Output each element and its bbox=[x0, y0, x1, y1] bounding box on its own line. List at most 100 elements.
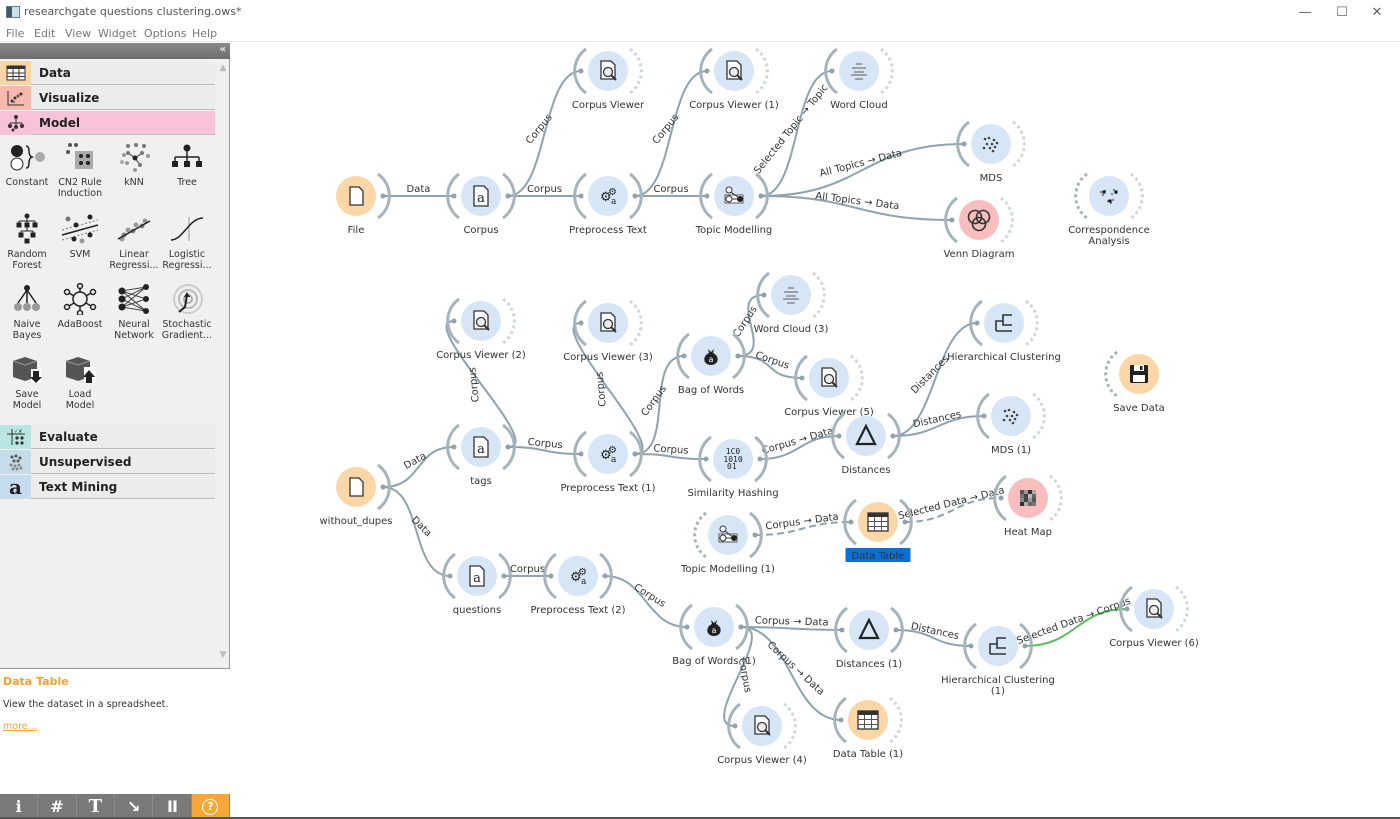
category-visualize[interactable]: Visualize bbox=[0, 86, 215, 110]
link[interactable]: Corpus bbox=[632, 68, 710, 199]
node-body[interactable] bbox=[1089, 176, 1129, 216]
link[interactable]: All Topics → Data bbox=[758, 141, 967, 199]
menu-view[interactable]: View bbox=[65, 27, 91, 40]
node-cv-1[interactable]: Corpus Viewer (1) bbox=[689, 47, 779, 111]
node-dt-0[interactable]: Data Table bbox=[843, 498, 913, 562]
node-dist-1[interactable]: Distances (1) bbox=[834, 606, 904, 670]
node-file[interactable]: File bbox=[336, 172, 391, 236]
link[interactable]: Corpus bbox=[505, 184, 584, 199]
output-channel[interactable] bbox=[502, 297, 516, 345]
link-path[interactable] bbox=[507, 70, 582, 197]
input-channel[interactable] bbox=[1074, 172, 1088, 220]
node-questions[interactable]: a questions bbox=[442, 552, 512, 616]
tool-save-model[interactable]: Save Model bbox=[0, 351, 54, 419]
category-text-mining[interactable]: a Text Mining bbox=[0, 475, 215, 499]
link[interactable]: Corpus bbox=[602, 573, 690, 630]
tool-load-model[interactable]: Load Model bbox=[53, 351, 107, 419]
node-corpus[interactable]: a Corpus bbox=[446, 172, 516, 236]
output-channel[interactable] bbox=[629, 299, 643, 347]
pause-button[interactable]: II bbox=[153, 794, 192, 819]
link-path[interactable] bbox=[634, 355, 685, 455]
node-hc-0[interactable]: Hierarchical Clustering bbox=[947, 299, 1061, 363]
node-tm-1[interactable]: Topic Modelling (1) bbox=[680, 511, 775, 575]
tool-adaboost[interactable]: AdaBoost bbox=[53, 281, 107, 349]
output-channel[interactable] bbox=[1025, 299, 1039, 347]
link[interactable]: Data bbox=[380, 444, 457, 490]
node-cv-6[interactable]: Corpus Viewer (6) bbox=[1109, 585, 1199, 649]
output-channel[interactable] bbox=[1130, 172, 1144, 220]
tool-tree[interactable]: Tree bbox=[160, 139, 214, 207]
node-ca[interactable]: CorrespondenceAnalysis bbox=[1068, 172, 1150, 247]
category-evaluate[interactable]: ✓✗ Evaluate bbox=[0, 425, 215, 449]
output-channel[interactable] bbox=[880, 47, 894, 95]
menu-edit[interactable]: Edit bbox=[34, 27, 55, 40]
node-body[interactable] bbox=[846, 416, 886, 456]
input-channel[interactable] bbox=[693, 511, 707, 559]
output-channel[interactable] bbox=[755, 47, 769, 95]
node-heat[interactable]: Heat Map bbox=[993, 474, 1063, 538]
output-channel[interactable] bbox=[812, 271, 826, 319]
collapse-dock-button[interactable]: « bbox=[220, 44, 226, 55]
node-sh[interactable]: 1C0101001Similarity Hashing bbox=[687, 435, 779, 499]
link[interactable]: Data bbox=[380, 184, 457, 199]
menu-options[interactable]: Options bbox=[144, 27, 186, 40]
help-button[interactable]: ? bbox=[191, 794, 230, 819]
node-cv-5[interactable]: Corpus Viewer (5) bbox=[784, 354, 874, 418]
node-body[interactable] bbox=[984, 303, 1024, 343]
link[interactable]: Corpus bbox=[505, 437, 584, 457]
link[interactable]: Corpus bbox=[505, 68, 584, 199]
node-tags[interactable]: a tags bbox=[446, 423, 516, 487]
node-body[interactable] bbox=[849, 610, 889, 650]
node-body[interactable] bbox=[978, 626, 1018, 666]
menu-file[interactable]: File bbox=[6, 27, 24, 40]
output-channel[interactable] bbox=[629, 47, 643, 95]
node-body[interactable] bbox=[959, 200, 999, 240]
tool-svm[interactable]: SVM bbox=[53, 211, 107, 279]
scroll-up-button[interactable]: ▲ bbox=[217, 63, 229, 75]
node-savedata[interactable]: Save Data bbox=[1104, 350, 1165, 414]
node-bow-0[interactable]: a Bag of Words bbox=[676, 332, 746, 396]
help-more-link[interactable]: more... bbox=[3, 721, 37, 732]
node-cv-2[interactable]: Corpus Viewer (2) bbox=[436, 297, 526, 361]
input-channel[interactable] bbox=[1104, 350, 1118, 398]
close-button[interactable]: ✕ bbox=[1354, 0, 1400, 24]
node-body[interactable] bbox=[839, 51, 879, 91]
node-wd[interactable]: without_dupes bbox=[320, 463, 393, 527]
workflow-canvas[interactable]: Data Corpus Corpus Corpus Corpus Selected Top… bbox=[231, 43, 1400, 819]
output-channel[interactable] bbox=[1032, 392, 1046, 440]
tool-random-forest[interactable]: Random Forest bbox=[0, 211, 54, 279]
node-dt-1[interactable]: Data Table (1) bbox=[833, 696, 903, 760]
link[interactable]: Distances bbox=[890, 409, 987, 439]
tool-linear-regression[interactable]: Linear Regressi... bbox=[107, 211, 161, 279]
scroll-down-button[interactable]: ▼ bbox=[217, 650, 229, 662]
arrow-annotation-button[interactable]: ↘ bbox=[115, 794, 154, 819]
tool-naive-bayes[interactable]: Naive Bayes bbox=[0, 281, 54, 349]
output-channel[interactable] bbox=[1012, 120, 1026, 168]
output-channel[interactable] bbox=[1175, 585, 1189, 633]
node-cv-3[interactable]: Corpus Viewer (3) bbox=[563, 299, 653, 363]
node-bow-1[interactable]: a Bag of Words (1) bbox=[672, 603, 756, 667]
node-cv-0[interactable]: Corpus Viewer bbox=[572, 47, 645, 111]
node-tm-0[interactable]: Topic Modelling bbox=[695, 172, 773, 236]
output-channel[interactable] bbox=[1049, 474, 1063, 522]
link[interactable]: Data bbox=[380, 484, 453, 579]
output-channel[interactable] bbox=[783, 702, 797, 750]
text-annotation-button[interactable]: T bbox=[77, 794, 115, 819]
tool-stochastic-gradient[interactable]: Stochastic Gradient... bbox=[160, 281, 214, 349]
tool-neural-network[interactable]: Neural Network bbox=[107, 281, 161, 349]
node-body[interactable] bbox=[771, 275, 811, 315]
link-path[interactable] bbox=[382, 486, 451, 577]
node-mds-1[interactable]: MDS (1) bbox=[976, 392, 1046, 456]
grid-button[interactable]: # bbox=[38, 794, 77, 819]
node-dist-0[interactable]: Distances bbox=[831, 412, 901, 476]
link[interactable]: Corpus → Data bbox=[752, 512, 854, 538]
category-model[interactable]: Model bbox=[0, 111, 215, 135]
output-channel[interactable] bbox=[850, 354, 864, 402]
link-path[interactable] bbox=[740, 626, 842, 721]
node-pp-0[interactable]: ⚙⚙a Preprocess Text bbox=[569, 172, 647, 236]
menu-widget[interactable]: Widget bbox=[98, 27, 137, 40]
node-wc-3[interactable]: Word Cloud (3) bbox=[754, 271, 829, 335]
output-channel[interactable] bbox=[889, 696, 903, 744]
category-data[interactable]: Data bbox=[0, 61, 215, 85]
output-channel[interactable] bbox=[1000, 196, 1014, 244]
